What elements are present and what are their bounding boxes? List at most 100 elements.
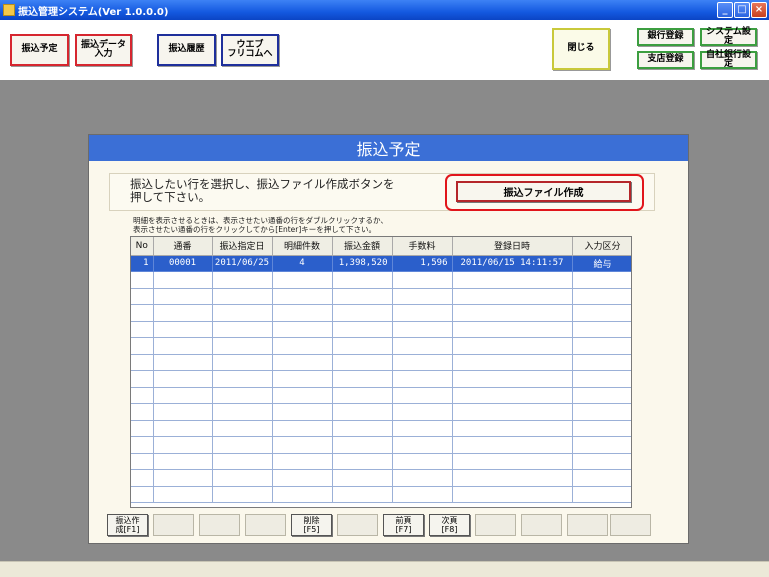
instruction-text: 振込したい行を選択し、振込ファイル作成ボタンを 押して下さい。 [130, 177, 395, 204]
table-row[interactable] [131, 288, 631, 305]
table-cell [153, 420, 213, 437]
table-cell [131, 469, 154, 487]
table-cell [392, 469, 453, 487]
table-cell [212, 469, 273, 487]
header-input-type[interactable]: 入力区分 [572, 237, 631, 256]
table-cell [272, 321, 333, 338]
table-cell [272, 486, 333, 503]
table-row[interactable] [131, 420, 631, 437]
table-cell [572, 304, 631, 322]
table-row[interactable] [131, 403, 631, 421]
dialog-title: 振込予定 [89, 135, 688, 161]
header-count[interactable]: 明細件数 [272, 237, 333, 256]
table-row[interactable] [131, 387, 631, 404]
fkey-empty [153, 514, 194, 536]
table-cell [153, 304, 213, 322]
branch-register-button[interactable]: 支店登録 [637, 51, 694, 69]
header-fee[interactable]: 手数料 [392, 237, 453, 256]
table-row[interactable] [131, 271, 631, 289]
table-cell [212, 420, 273, 437]
table-cell [131, 271, 154, 289]
table-cell [392, 321, 453, 338]
table-cell [153, 370, 213, 388]
table-row[interactable] [131, 370, 631, 388]
fkey-empty [199, 514, 240, 536]
table-row[interactable] [131, 469, 631, 487]
header-registered[interactable]: 登録日時 [452, 237, 573, 256]
window-controls: _ □ × [717, 2, 767, 18]
cell-count: 4 [272, 255, 333, 272]
header-no[interactable]: No [131, 237, 154, 256]
table-cell [572, 453, 631, 470]
table-cell [131, 304, 154, 322]
table-cell [212, 354, 273, 371]
web-furicom-button[interactable]: ウエブ フリコムへ [221, 34, 279, 66]
table-cell [131, 486, 154, 503]
table-cell [212, 271, 273, 289]
fkey-prev-page[interactable]: 前頁 [F7] [383, 514, 424, 536]
bank-register-button[interactable]: 銀行登録 [637, 28, 694, 46]
table-row[interactable] [131, 304, 631, 322]
table-header-row: No 通番 振込指定日 明細件数 振込金額 手数料 登録日時 入力区分 [131, 237, 631, 256]
table-cell [332, 420, 393, 437]
table-cell [572, 337, 631, 355]
table-cell [572, 288, 631, 305]
system-settings-button[interactable]: システム設定 [700, 27, 757, 46]
table-row[interactable] [131, 354, 631, 371]
close-window-button[interactable]: × [751, 2, 767, 18]
minimize-button[interactable]: _ [717, 2, 733, 18]
table-cell [392, 387, 453, 404]
create-file-button[interactable]: 振込ファイル作成 [456, 181, 631, 202]
cell-input-type: 給与 [572, 255, 631, 272]
table-cell [332, 436, 393, 454]
table-cell [272, 403, 333, 421]
table-cell [212, 403, 273, 421]
history-button[interactable]: 振込履歴 [157, 34, 216, 66]
table-cell [452, 486, 573, 503]
app-icon [3, 4, 15, 16]
create-button-highlight: 振込ファイル作成 [445, 174, 644, 211]
table-cell [153, 387, 213, 404]
cell-date: 2011/06/25 [212, 255, 273, 272]
table-cell [452, 370, 573, 388]
close-button[interactable]: 閉じる [552, 28, 610, 70]
table-row[interactable] [131, 436, 631, 454]
fkey-empty [567, 514, 608, 536]
table-row[interactable] [131, 453, 631, 470]
own-bank-settings-button[interactable]: 自社銀行設定 [700, 50, 757, 69]
table-cell [452, 469, 573, 487]
table-cell [272, 370, 333, 388]
header-tsuban[interactable]: 通番 [153, 237, 213, 256]
fkey-create[interactable]: 振込作 成[F1] [107, 514, 148, 536]
table-cell [332, 288, 393, 305]
table-row[interactable]: 1 00001 2011/06/25 4 1,398,520 1,596 201… [131, 255, 631, 272]
table-cell [153, 288, 213, 305]
table-row[interactable] [131, 337, 631, 355]
table-cell [332, 271, 393, 289]
header-date[interactable]: 振込指定日 [212, 237, 273, 256]
maximize-button[interactable]: □ [734, 2, 750, 18]
window-title: 振込管理システム(Ver 1.0.0.0) [18, 6, 169, 18]
table-cell [131, 337, 154, 355]
table-cell [392, 337, 453, 355]
table-row[interactable] [131, 321, 631, 338]
table-cell [332, 304, 393, 322]
table-cell [212, 337, 273, 355]
schedule-table: No 通番 振込指定日 明細件数 振込金額 手数料 登録日時 入力区分 1 00… [131, 237, 631, 503]
table-cell [572, 370, 631, 388]
fkey-empty [475, 514, 516, 536]
table-cell [332, 469, 393, 487]
data-input-button[interactable]: 振込データ 入力 [75, 34, 132, 66]
table-cell [572, 469, 631, 487]
schedule-grid[interactable]: No 通番 振込指定日 明細件数 振込金額 手数料 登録日時 入力区分 1 00… [130, 236, 632, 508]
table-cell [332, 387, 393, 404]
table-row[interactable] [131, 486, 631, 503]
table-cell [392, 271, 453, 289]
table-cell [131, 403, 154, 421]
fkey-delete[interactable]: 削除 [F5] [291, 514, 332, 536]
table-cell [153, 453, 213, 470]
fkey-next-page[interactable]: 次頁 [F8] [429, 514, 470, 536]
header-amount[interactable]: 振込金額 [332, 237, 393, 256]
furikomi-yotei-button[interactable]: 振込予定 [10, 34, 69, 66]
cell-tsuban: 00001 [153, 255, 213, 272]
